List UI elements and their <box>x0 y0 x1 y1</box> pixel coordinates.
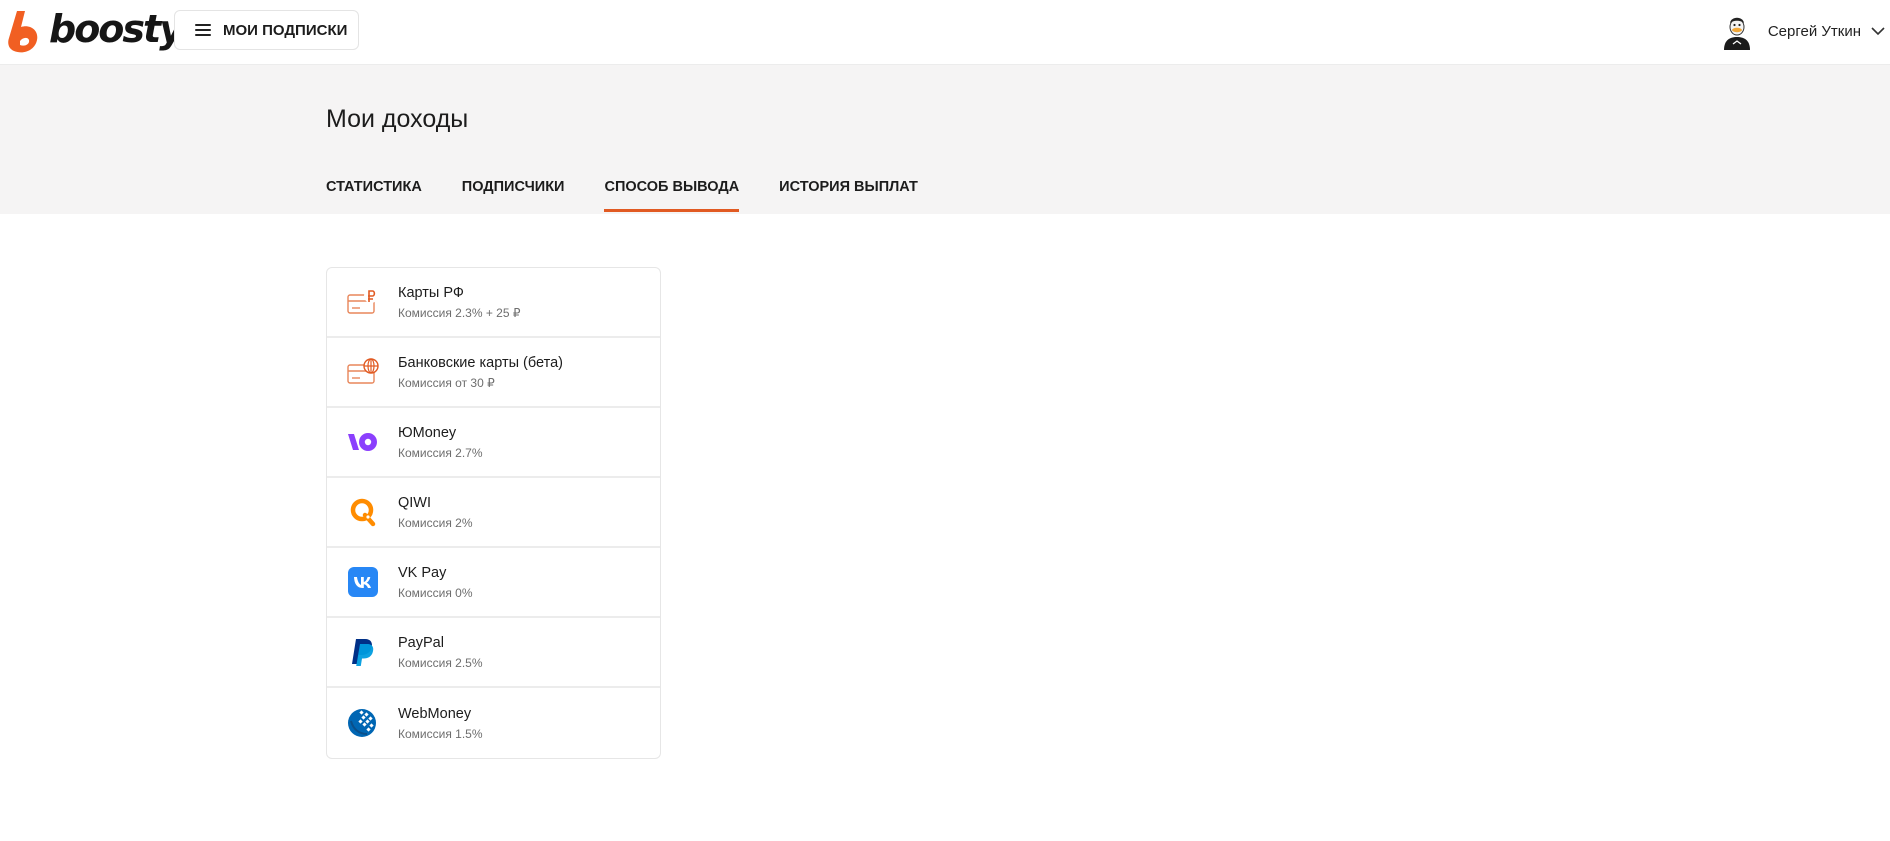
vk-icon <box>347 566 379 598</box>
method-yoomoney[interactable]: ЮMoney Комиссия 2.7% <box>327 408 660 478</box>
avatar <box>1719 14 1754 50</box>
chevron-down-icon <box>1871 26 1885 35</box>
method-fee: Комиссия от 30 ₽ <box>398 375 495 390</box>
logo-wordmark: boosty <box>49 7 184 51</box>
method-fee: Комиссия 2% <box>398 515 473 530</box>
menu-button-label: МОИ ПОДПИСКИ <box>223 21 348 39</box>
tab-withdrawal-method[interactable]: СПОСОБ ВЫВОДА <box>604 179 739 214</box>
method-paypal[interactable]: PayPal Комиссия 2.5% <box>327 618 660 688</box>
boosty-logo[interactable]: boosty <box>8 6 184 58</box>
card-ruble-icon <box>347 286 379 318</box>
method-webmoney[interactable]: WebMoney Комиссия 1.5% <box>327 688 660 758</box>
income-header-band: Мои доходы СТАТИСТИКА ПОДПИСЧИКИ СПОСОБ … <box>0 65 1890 214</box>
method-fee: Комиссия 2.7% <box>398 445 483 460</box>
top-header: boosty МОИ ПОДПИСКИ Сергей Уткин <box>0 0 1890 65</box>
method-name: VK Pay <box>398 564 447 581</box>
boosty-bolt-icon <box>8 11 38 53</box>
method-vk-pay[interactable]: VK Pay Комиссия 0% <box>327 548 660 618</box>
method-bank-cards-beta[interactable]: Банковские карты (бета) Комиссия от 30 ₽ <box>327 338 660 408</box>
method-name: PayPal <box>398 634 444 651</box>
page-title: Мои доходы <box>326 105 469 133</box>
method-name: ЮMoney <box>398 424 457 441</box>
method-fee: Комиссия 0% <box>398 585 473 600</box>
method-name: WebMoney <box>398 705 472 722</box>
method-name: QIWI <box>398 494 432 511</box>
method-qiwi[interactable]: QIWI Комиссия 2% <box>327 478 660 548</box>
method-fee: Комиссия 2.5% <box>398 655 483 670</box>
method-name: Банковские карты (бета) <box>398 354 563 371</box>
tab-payout-history[interactable]: ИСТОРИЯ ВЫПЛАТ <box>779 179 918 214</box>
hamburger-icon <box>195 24 211 36</box>
method-russian-cards[interactable]: Карты РФ Комиссия 2.3% + 25 ₽ <box>327 268 660 338</box>
income-tabs: СТАТИСТИКА ПОДПИСЧИКИ СПОСОБ ВЫВОДА ИСТО… <box>326 179 958 214</box>
withdrawal-methods-list: Карты РФ Комиссия 2.3% + 25 ₽ Банковские… <box>326 267 661 759</box>
user-name: Сергей Уткин <box>1767 22 1861 40</box>
yoomoney-icon <box>347 426 379 458</box>
method-fee: Комиссия 2.3% + 25 ₽ <box>398 305 521 320</box>
user-menu[interactable]: Сергей Уткин <box>1719 12 1885 50</box>
method-name: Карты РФ <box>398 284 464 301</box>
tab-statistics[interactable]: СТАТИСТИКА <box>326 179 422 214</box>
qiwi-icon <box>347 496 379 528</box>
paypal-icon <box>347 636 379 668</box>
my-subscriptions-menu-button[interactable]: МОИ ПОДПИСКИ <box>174 10 359 50</box>
card-globe-icon <box>347 356 379 388</box>
webmoney-icon <box>347 707 379 739</box>
method-fee: Комиссия 1.5% <box>398 726 483 741</box>
tab-subscribers[interactable]: ПОДПИСЧИКИ <box>462 179 565 214</box>
